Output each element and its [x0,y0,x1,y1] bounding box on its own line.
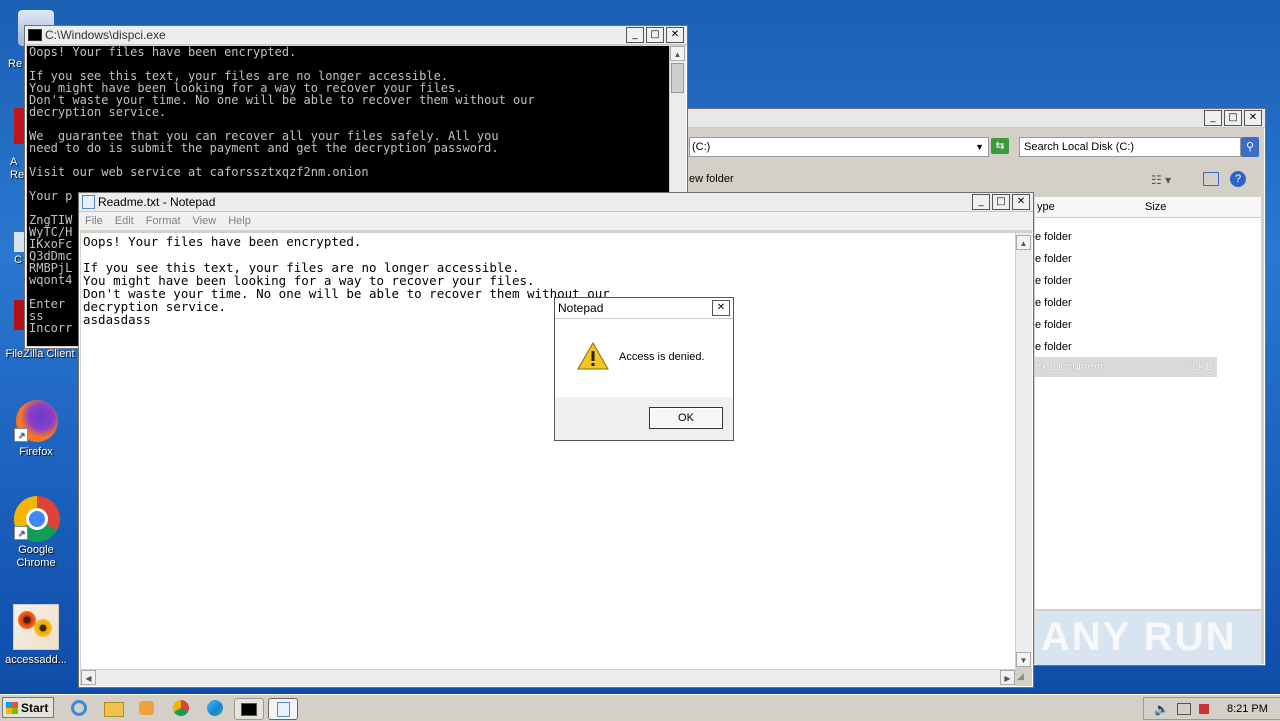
file-row[interactable]: e folder [1035,319,1072,331]
file-row[interactable]: e folder [1035,275,1072,287]
file-row[interactable]: e folder [1035,341,1072,353]
desktop-icon-label: Google Chrome [16,544,56,569]
firefox-icon: ↗ [14,398,58,442]
scroll-thumb[interactable] [671,63,684,93]
volume-icon[interactable]: 🔈 [1154,702,1169,716]
dialog-message: Access is denied. [619,351,705,363]
scroll-right-icon[interactable]: ▶ [1000,670,1015,685]
desktop-icon-firefox[interactable]: ↗ Firefox [0,398,72,459]
desktop-icon-chrome[interactable]: ↗ Google Chrome [0,496,72,570]
taskbar: Start 🔈 8:21 PM [0,694,1280,721]
shortcut-arrow-icon: ↗ [14,428,28,442]
file-row-selected[interactable]: ext Document 2 KB [1035,357,1217,377]
minimize-button[interactable]: _ [1204,110,1222,126]
close-button[interactable]: ✕ [712,300,730,316]
scroll-left-icon[interactable]: ◀ [81,670,96,685]
desktop-icon-label: accessadd... [5,654,67,666]
ie-icon[interactable] [68,698,90,718]
file-row[interactable]: e folder [1035,253,1072,265]
maximize-button[interactable]: □ [1224,110,1242,126]
notepad-taskbar-icon[interactable] [268,698,298,720]
flowers-file-icon [13,604,59,650]
flag-icon[interactable] [1198,703,1209,714]
chevron-down-icon[interactable]: ▼ [975,138,984,156]
chrome-icon: ↗ [14,496,60,542]
start-button[interactable]: Start [2,697,54,718]
media-player-icon[interactable] [136,698,158,718]
preview-pane-icon[interactable] [1203,172,1219,186]
desktop-icon-label: C [14,254,22,266]
refresh-icon[interactable]: ⇆ [991,138,1009,154]
search-placeholder: Search Local Disk (C:) [1024,141,1135,153]
shortcut-arrow-icon: ↗ [14,526,28,540]
search-icon[interactable]: ⚲ [1241,137,1259,157]
file-row[interactable]: e folder [1035,231,1072,243]
ok-button[interactable]: OK [649,407,723,429]
console-app-icon [28,29,42,41]
scroll-up-icon[interactable]: ▲ [1016,235,1031,250]
search-input[interactable]: Search Local Disk (C:) [1019,137,1241,157]
minimize-button[interactable]: _ [972,194,990,210]
new-folder-button[interactable]: ew folder [689,173,734,185]
desktop-icon-label: Re [8,58,23,70]
dialog-titlebar[interactable]: Notepad ✕ [555,298,733,319]
scroll-up-icon[interactable]: ▲ [670,46,685,61]
anyrun-watermark: ANY RUN [1041,615,1237,659]
desktop-icon-label: Firefox [19,446,53,458]
menu-help[interactable]: Help [222,215,257,227]
menu-file[interactable]: File [79,215,109,227]
help-icon[interactable]: ? [1230,171,1246,187]
maximize-button[interactable]: □ [646,27,664,43]
desktop-icon-label: A Re [10,156,25,181]
scroll-down-icon[interactable]: ▼ [1016,652,1031,667]
desktop-icon-accessadd[interactable]: accessadd... [0,604,72,667]
chrome-taskbar-icon[interactable] [170,698,192,718]
console-titlebar[interactable]: C:\Windows\dispci.exe _ □ ✕ [25,26,687,45]
notepad-title: Readme.txt - Notepad [98,195,216,209]
warning-icon [577,342,609,370]
notepad-vertical-scrollbar[interactable]: ▲ ▼ [1015,233,1032,667]
menu-view[interactable]: View [187,215,223,227]
menu-format[interactable]: Format [140,215,187,227]
notepad-titlebar[interactable]: Readme.txt - Notepad _ □ ✕ [79,193,1033,212]
notepad-text-area[interactable]: Oops! Your files have been encrypted. If… [81,233,1015,669]
dialog-title: Notepad [558,301,604,315]
network-icon[interactable] [1176,702,1191,715]
menu-edit[interactable]: Edit [109,215,140,227]
maximize-button[interactable]: □ [992,194,1010,210]
desktop-icon-label: FileZilla Client [5,348,75,360]
view-options-icon[interactable]: ☷ ▾ [1151,173,1171,187]
notepad-horizontal-scrollbar[interactable]: ◀ ▶ [81,669,1015,686]
notepad-app-icon [82,195,95,209]
windows-logo-icon [6,701,18,714]
access-denied-dialog[interactable]: Notepad ✕ Access is denied. OK [554,297,734,441]
start-label: Start [21,700,49,715]
minimize-button[interactable]: _ [626,27,644,43]
address-text: (C:) [692,141,711,153]
address-bar[interactable]: (C:) ▼ [689,137,989,157]
file-row[interactable]: e folder [1035,297,1072,309]
explorer-titlebar[interactable]: _ □ ✕ [685,109,1265,128]
edge-icon[interactable] [204,698,226,718]
console-title: C:\Windows\dispci.exe [45,28,166,42]
console-taskbar-icon[interactable] [234,698,264,720]
explorer-folder-icon[interactable] [102,698,124,718]
close-button[interactable]: ✕ [666,27,684,43]
close-button[interactable]: ✕ [1244,110,1262,126]
close-button[interactable]: ✕ [1012,194,1030,210]
column-header-type[interactable]: ype [1035,197,1142,218]
resize-grip-icon[interactable]: ◢ [1017,671,1031,685]
clock[interactable]: 8:21 PM [1227,703,1268,715]
system-tray: 🔈 8:21 PM [1143,697,1280,720]
column-header-size[interactable]: Size [1141,197,1226,218]
notepad-menubar: File Edit Format View Help [79,212,1033,230]
file-list[interactable]: ype Size e folder e folder e folder e fo… [1035,197,1261,609]
